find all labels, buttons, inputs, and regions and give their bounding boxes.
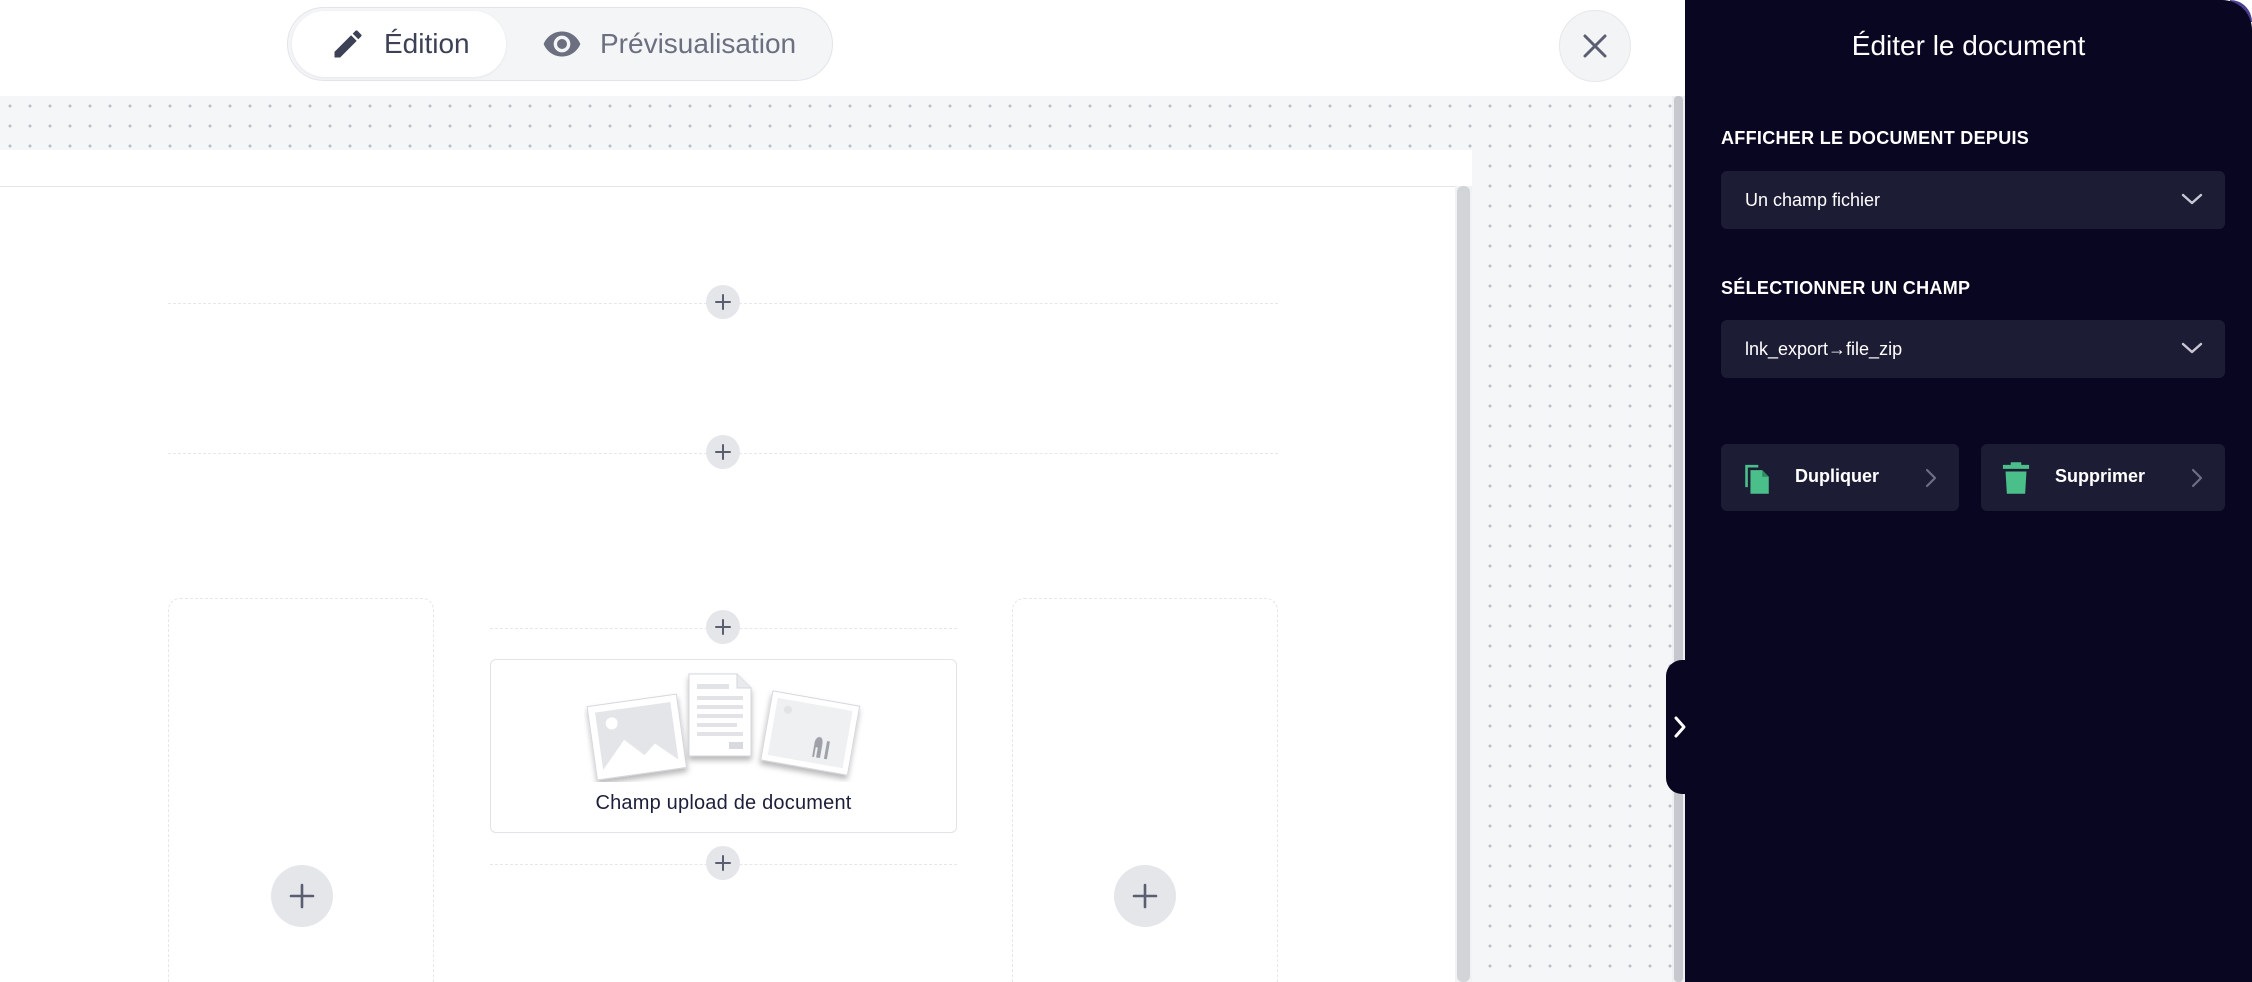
preview-mode-button[interactable]: Prévisualisation bbox=[506, 11, 796, 77]
field-select-value: lnk_export→file_zip bbox=[1745, 338, 1903, 359]
page-divider bbox=[0, 186, 1455, 187]
duplicate-button[interactable]: Dupliquer bbox=[1721, 444, 1959, 511]
field-select-label: SÉLECTIONNER UN CHAMP bbox=[1721, 278, 1971, 298]
panel-title: Éditer le document bbox=[1851, 30, 2086, 61]
documents-illustration-icon bbox=[586, 673, 861, 781]
field-select[interactable]: lnk_export→file_zip bbox=[1721, 320, 2225, 378]
preview-mode-label: Prévisualisation bbox=[600, 28, 797, 59]
chevron-down-icon bbox=[2181, 342, 2203, 354]
delete-label: Supprimer bbox=[2055, 466, 2146, 486]
editor-topbar: Édition Prévisualisation bbox=[0, 0, 1685, 96]
add-row-button[interactable] bbox=[706, 435, 740, 469]
close-button[interactable] bbox=[1559, 10, 1631, 82]
source-select[interactable]: Un champ fichier bbox=[1721, 171, 2225, 229]
plus-icon bbox=[715, 294, 731, 310]
plus-icon bbox=[715, 444, 731, 460]
add-row-button[interactable] bbox=[706, 285, 740, 319]
plus-icon bbox=[715, 855, 731, 871]
duplicate-icon bbox=[1745, 464, 1769, 494]
add-block-above-button[interactable] bbox=[706, 610, 740, 644]
document-upload-block[interactable]: Champ upload de document bbox=[490, 659, 957, 833]
eye-icon bbox=[543, 31, 581, 57]
source-field-label: AFFICHER LE DOCUMENT DEPUIS bbox=[1721, 128, 2030, 148]
page-scrollbar[interactable] bbox=[1455, 186, 1472, 982]
chevron-right-icon bbox=[1674, 716, 1686, 738]
trash-icon bbox=[2002, 462, 2030, 494]
edit-document-panel: Éditer le document AFFICHER LE DOCUMENT … bbox=[1685, 0, 2252, 982]
duplicate-label: Dupliquer bbox=[1795, 466, 1879, 486]
chevron-down-icon bbox=[2181, 193, 2203, 205]
add-block-left-button[interactable] bbox=[271, 865, 333, 927]
collapse-panel-button[interactable] bbox=[1666, 660, 1694, 794]
pencil-icon bbox=[334, 30, 362, 58]
add-block-right-button[interactable] bbox=[1114, 865, 1176, 927]
mode-toggle: Édition Prévisualisation bbox=[287, 7, 833, 81]
chevron-right-icon bbox=[1925, 468, 1937, 488]
canvas-scrollbar[interactable] bbox=[1672, 96, 1685, 982]
chevron-right-icon bbox=[2191, 468, 2203, 488]
source-select-value: Un champ fichier bbox=[1745, 189, 1881, 210]
close-icon bbox=[1583, 34, 1607, 58]
plus-icon bbox=[715, 619, 731, 635]
add-block-below-button[interactable] bbox=[706, 846, 740, 880]
edit-mode-label: Édition bbox=[384, 28, 470, 59]
plus-icon bbox=[289, 883, 315, 909]
edit-mode-button[interactable]: Édition bbox=[292, 11, 506, 77]
delete-button[interactable]: Supprimer bbox=[1981, 444, 2225, 511]
upload-block-label: Champ upload de document bbox=[595, 792, 852, 814]
plus-icon bbox=[1132, 883, 1158, 909]
